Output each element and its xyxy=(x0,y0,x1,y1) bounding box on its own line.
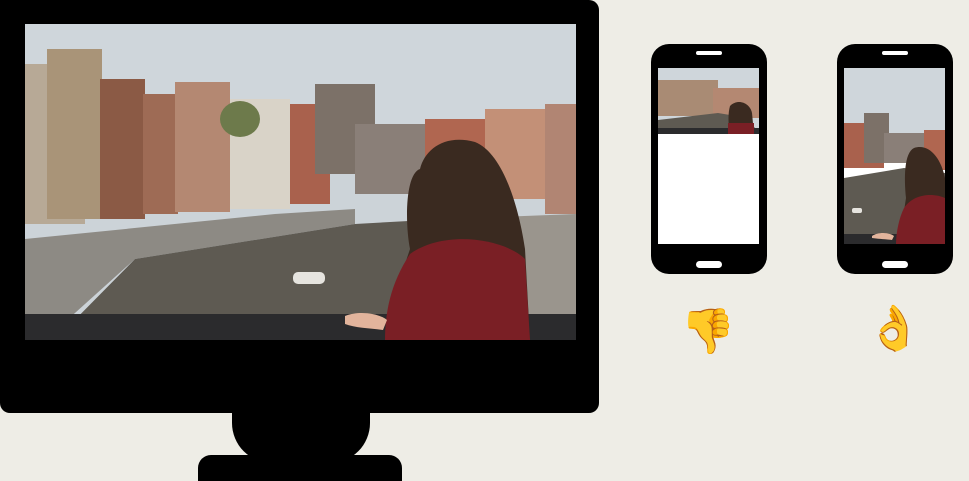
thumbs-down-icon: 👎 xyxy=(680,306,736,357)
phone-home-button xyxy=(696,261,722,268)
desktop-screen-photo xyxy=(25,24,576,340)
phone-home-button xyxy=(882,261,908,268)
canal-photo-scene xyxy=(25,24,576,340)
cropped-photo xyxy=(844,68,945,244)
ok-hand-icon: 👌 xyxy=(866,303,922,354)
phone-good-screen xyxy=(844,68,945,244)
monitor-stand-base xyxy=(198,455,402,481)
phone-speaker xyxy=(696,51,722,55)
letterboxed-photo xyxy=(658,68,759,244)
phone-bad-screen xyxy=(658,68,759,244)
phone-speaker xyxy=(882,51,908,55)
